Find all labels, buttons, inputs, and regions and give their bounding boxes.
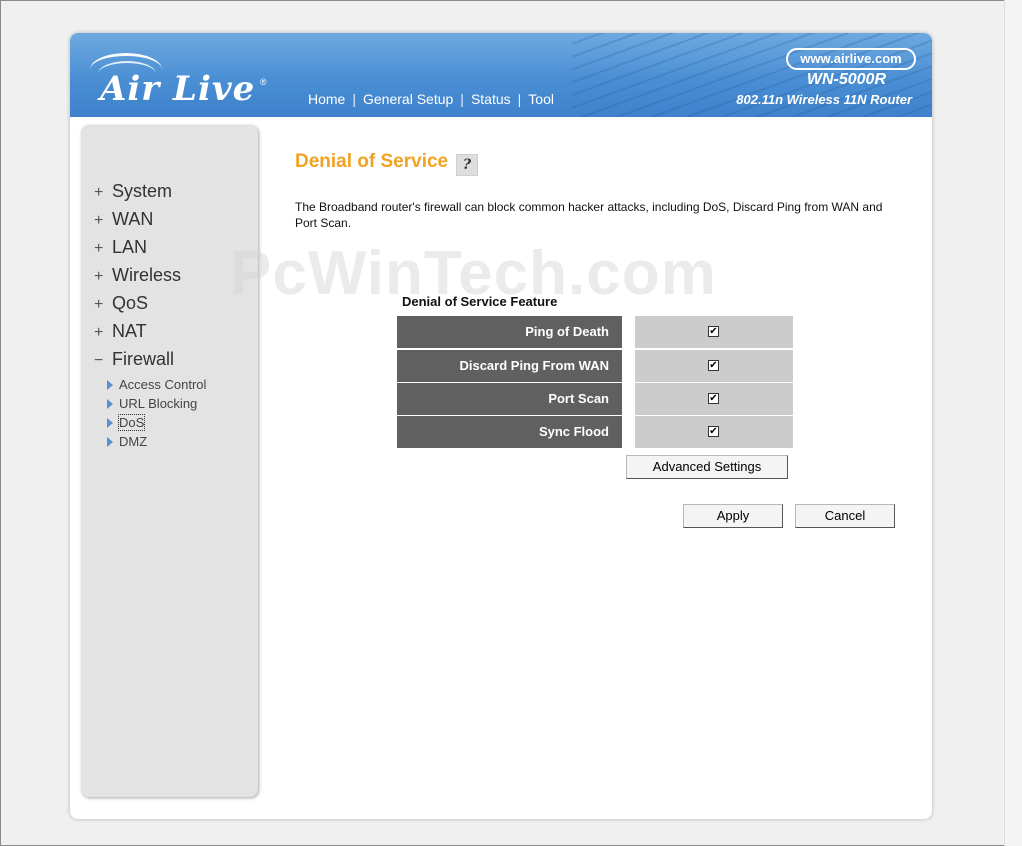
ping-of-death-checkbox[interactable]: ✔ <box>708 326 719 337</box>
feature-row-discard-ping: Discard Ping From WAN ✔ <box>397 350 794 382</box>
apply-button[interactable]: Apply <box>683 504 783 528</box>
expand-icon: + <box>94 324 104 341</box>
feature-row-ping-of-death: Ping of Death ✔ <box>397 316 794 348</box>
help-icon[interactable]: ? <box>456 154 478 176</box>
sidebar-item-label: Wireless <box>112 265 182 285</box>
sidebar-item-label: System <box>112 181 173 201</box>
sync-flood-checkbox[interactable]: ✔ <box>708 426 719 437</box>
nav-home[interactable]: Home <box>308 91 345 107</box>
feature-label: Port Scan <box>397 383 622 415</box>
nav-tool[interactable]: Tool <box>528 91 554 107</box>
sidebar-subitem-label: URL Blocking <box>119 396 198 411</box>
website-url-badge: www.airlive.com <box>786 48 916 70</box>
arrow-right-icon <box>107 417 113 428</box>
sidebar-item-wireless[interactable]: + Wireless <box>94 261 206 289</box>
arrow-right-icon <box>107 436 113 447</box>
expand-icon: + <box>94 296 104 313</box>
advanced-settings-button[interactable]: Advanced Settings <box>626 455 788 479</box>
sidebar-subitem-label: Access Control <box>119 377 207 392</box>
sidebar-item-wan[interactable]: + WAN <box>94 205 206 233</box>
sidebar-item-label: NAT <box>112 321 147 341</box>
sidebar-menu: + System + WAN + LAN + Wireless + QoS + NAT − F… <box>94 177 206 451</box>
port-scan-checkbox[interactable]: ✔ <box>708 393 719 404</box>
sidebar-item-label: QoS <box>112 293 149 313</box>
nav-separator: | <box>460 91 464 107</box>
top-nav: Home | General Setup | Status | Tool <box>308 91 554 107</box>
feature-cell: ✔ <box>635 350 793 382</box>
cancel-button[interactable]: Cancel <box>795 504 895 528</box>
sidebar-item-system[interactable]: + System <box>94 177 206 205</box>
sidebar-subitem-dos[interactable]: DoS <box>107 413 206 432</box>
feature-row-sync-flood: Sync Flood ✔ <box>397 416 794 448</box>
sidebar-item-qos[interactable]: + QoS <box>94 289 206 317</box>
sidebar: + System + WAN + LAN + Wireless + QoS + NAT − F… <box>81 125 258 797</box>
sidebar-item-firewall[interactable]: − Firewall <box>94 345 206 373</box>
nav-separator: | <box>352 91 356 107</box>
feature-cell: ✔ <box>635 316 793 348</box>
sidebar-subitem-dmz[interactable]: DMZ <box>107 432 206 451</box>
registered-mark: ® <box>260 77 267 87</box>
feature-table-heading: Denial of Service Feature <box>402 294 558 309</box>
sidebar-subitem-label: DoS <box>117 414 146 431</box>
vertical-scrollbar[interactable] <box>1004 0 1022 846</box>
sidebar-subitem-access-control[interactable]: Access Control <box>107 375 206 394</box>
nav-separator: | <box>517 91 522 107</box>
sidebar-item-lan[interactable]: + LAN <box>94 233 206 261</box>
expand-icon: + <box>94 240 104 257</box>
header-banner: Air Live ® Home | General Setup | Status | Too… <box>70 33 932 117</box>
nav-status[interactable]: Status <box>471 91 511 107</box>
feature-cell: ✔ <box>635 416 793 448</box>
feature-label: Sync Flood <box>397 416 622 448</box>
sidebar-item-label: WAN <box>112 209 154 229</box>
collapse-icon: − <box>94 352 104 369</box>
expand-icon: + <box>94 212 104 229</box>
model-name: WN-5000R <box>806 71 886 88</box>
page-title: Denial of Service <box>295 151 449 172</box>
arrow-right-icon <box>107 379 113 390</box>
sidebar-item-label: Firewall <box>112 349 175 369</box>
firewall-submenu: Access Control URL Blocking DoS DMZ <box>107 375 206 451</box>
sidebar-item-nat[interactable]: + NAT <box>94 317 206 345</box>
feature-label: Discard Ping From WAN <box>397 350 622 382</box>
feature-row-port-scan: Port Scan ✔ <box>397 383 794 415</box>
expand-icon: + <box>94 268 104 285</box>
sidebar-subitem-url-blocking[interactable]: URL Blocking <box>107 394 206 413</box>
router-admin-frame: Air Live ® Home | General Setup | Status | Too… <box>70 33 932 819</box>
airlive-logo: Air Live <box>100 69 256 109</box>
expand-icon: + <box>94 184 104 201</box>
model-description: 802.11n Wireless 11N Router <box>736 92 912 107</box>
sidebar-item-label: LAN <box>112 237 148 257</box>
discard-ping-checkbox[interactable]: ✔ <box>708 360 719 371</box>
feature-cell: ✔ <box>635 383 793 415</box>
page-description: The Broadband router's firewall can bloc… <box>295 200 883 230</box>
nav-general-setup[interactable]: General Setup <box>363 91 453 107</box>
arrow-right-icon <box>107 398 113 409</box>
feature-label: Ping of Death <box>397 316 622 348</box>
sidebar-subitem-label: DMZ <box>119 434 148 449</box>
